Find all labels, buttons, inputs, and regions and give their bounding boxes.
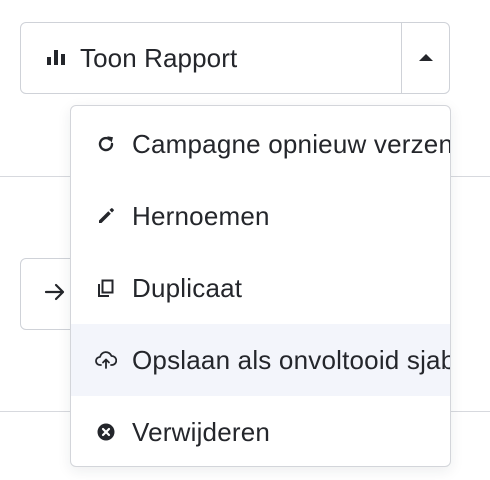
show-report-label: Toon Rapport (80, 42, 238, 73)
caret-up-icon (418, 49, 434, 67)
menu-item-rename[interactable]: Hernoemen (71, 180, 450, 252)
remove-circle-icon (95, 421, 117, 443)
actions-dropdown-menu: Campagne opnieuw verzenden Hernoemen Dup… (70, 105, 451, 467)
menu-item-delete[interactable]: Verwijderen (71, 396, 450, 466)
report-split-button: Toon Rapport (20, 22, 450, 94)
bar-chart-icon (46, 47, 66, 70)
menu-item-label: Opslaan als onvoltooid sjabloon (132, 344, 451, 375)
duplicate-icon (95, 277, 117, 299)
menu-item-label: Verwijderen (132, 416, 271, 447)
cloud-upload-icon (95, 349, 117, 371)
arrow-right-icon (44, 282, 66, 307)
dropdown-toggle-button[interactable] (401, 23, 449, 93)
menu-item-duplicate[interactable]: Duplicaat (71, 252, 450, 324)
menu-item-save-as-draft-template[interactable]: Opslaan als onvoltooid sjabloon (71, 324, 451, 396)
show-report-button[interactable]: Toon Rapport (21, 23, 401, 93)
menu-item-label: Campagne opnieuw verzenden (132, 128, 451, 159)
refresh-icon (95, 133, 117, 155)
menu-item-label: Duplicaat (132, 272, 243, 303)
pencil-icon (95, 205, 117, 227)
menu-item-resend-campaign[interactable]: Campagne opnieuw verzenden (71, 108, 451, 180)
menu-item-label: Hernoemen (132, 200, 270, 231)
